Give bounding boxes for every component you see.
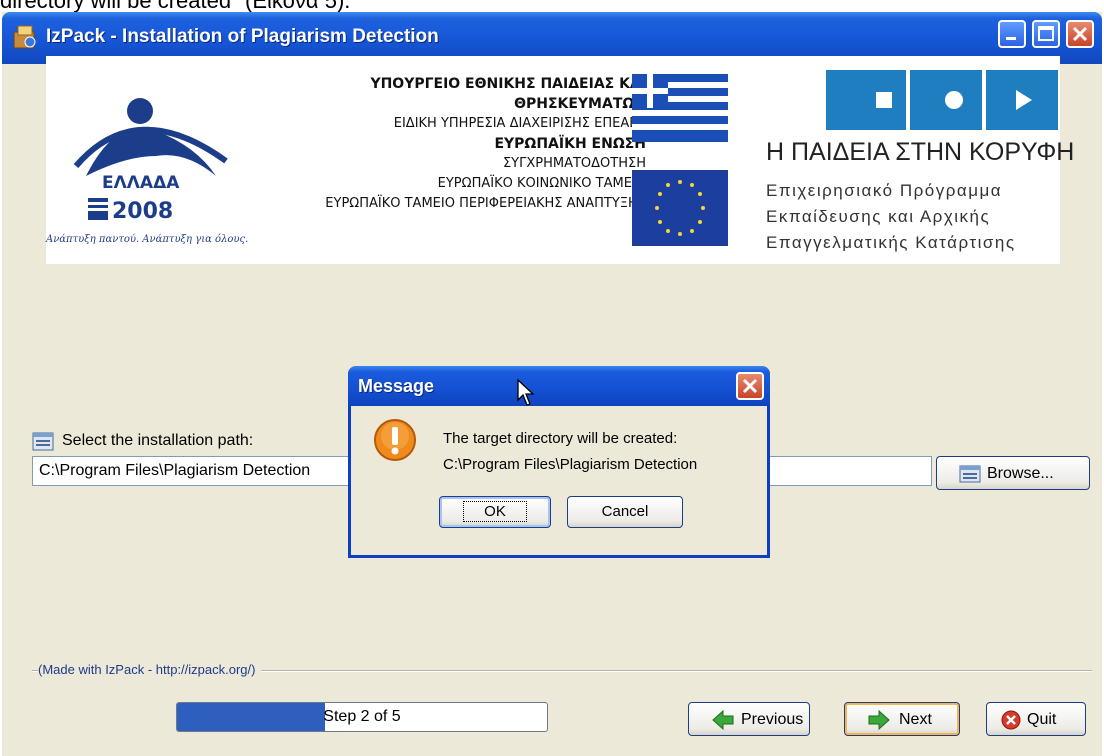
next-button[interactable]: Next <box>844 702 960 736</box>
document-caption: directory will be created" (Εικόνα 5). <box>0 0 351 13</box>
ministry-line: ΣΥΓΧΡΗΜΑΤΟΔΟΤΗΣΗ <box>502 156 646 171</box>
ministry-line: ΕΥΡΩΠΑΪΚΗ ΕΝΩΣΗ <box>494 136 646 152</box>
installer-app-icon <box>13 25 36 49</box>
window-title: IzPack - Installation of Plagiarism Dete… <box>46 26 439 47</box>
progress-text: Step 2 of 5 <box>323 708 401 725</box>
maximize-icon <box>1038 26 1054 41</box>
browse-button[interactable]: Browse... <box>936 456 1090 490</box>
arrow-left-icon <box>712 709 734 731</box>
folder-icon <box>959 465 981 483</box>
quit-button[interactable]: Quit <box>986 702 1086 736</box>
greece-logo-text: ΕΛΛΑΔΑ <box>102 173 180 193</box>
paideia-sub-line: Επιχειρησιακό Πρόγραμμα <box>766 181 1003 200</box>
ministry-line: ΕΥΡΩΠΑΪΚΟ ΚΟΙΝΩΝΙΚΟ ΤΑΜΕΙΟ <box>437 176 646 191</box>
greece-2008-logo: ΕΛΛΑΔΑ 2008 <box>73 98 228 224</box>
slogan: Ανάπτυξη παντού. Ανάπτυξη για όλους. <box>46 234 249 245</box>
path-label: Select the installation path: <box>62 432 254 449</box>
browse-label: Browse... <box>987 465 1054 482</box>
paideia-title: Η ΠΑΙΔΕΙΑ ΣΤΗΝ ΚΟΡΥΦΗ <box>766 138 1075 166</box>
previous-button[interactable]: Previous <box>688 702 810 736</box>
quit-label: Quit <box>1027 711 1057 728</box>
warning-icon <box>374 419 416 461</box>
close-icon <box>742 378 758 394</box>
minimize-icon <box>1006 37 1016 40</box>
dialog-close-button[interactable] <box>736 372 764 400</box>
cancel-button[interactable]: Cancel <box>567 496 683 528</box>
paideia-sub-line: Επαγγελματικής Κατάρτισης <box>766 233 1016 252</box>
close-button[interactable] <box>1066 20 1094 48</box>
ministry-line: ΕΙΔΙΚΗ ΥΠΗΡΕΣΙΑ ΔΙΑΧΕΙΡΙΣΗΣ ΕΠΕΑΕΚ <box>393 116 646 131</box>
maximize-button[interactable] <box>1032 20 1060 48</box>
ok-label: OK <box>463 501 527 522</box>
ministry-line: ΥΠΟΥΡΓΕΙΟ ΕΘΝΙΚΗΣ ΠΑΙΔΕΙΑΣ ΚΑΙ ΘΡΗΣΚΕΥΜΑ… <box>370 76 646 112</box>
minimize-button[interactable] <box>998 20 1026 48</box>
greece-logo-year: 2008 <box>112 199 173 224</box>
previous-label: Previous <box>741 711 804 728</box>
next-label: Next <box>899 711 932 728</box>
ministry-line: ΕΥΡΩΠΑΪΚΟ ΤΑΜΕΙΟ ΠΕΡΙΦΕΡΕΙΑΚΗΣ ΑΝΑΠΤΥΞΗΣ <box>325 196 646 211</box>
paideia-subtitle: Επιχειρησιακό Πρόγραμμα Εκπαίδευσης και … <box>766 178 1066 256</box>
greek-and-eu-flags <box>632 74 728 246</box>
step-progress-bar: Step 2 of 5 <box>176 702 548 732</box>
dialog-message-path: C:\Program Files\Plagiarism Detection <box>443 456 698 473</box>
paideia-logo <box>826 70 1058 130</box>
close-icon <box>1072 26 1088 42</box>
ok-button[interactable]: OK <box>439 496 551 528</box>
mouse-cursor-icon <box>517 378 535 406</box>
quit-icon <box>1001 710 1021 730</box>
paideia-sub-line: Εκπαίδευσης και Αρχικής <box>766 207 991 226</box>
folder-icon <box>32 432 54 451</box>
arrow-right-icon <box>868 709 890 731</box>
message-dialog: Message The target directory will be cre… <box>348 366 770 558</box>
dialog-title: Message <box>358 376 435 396</box>
dialog-title-bar[interactable]: Message <box>348 366 770 406</box>
dialog-message-line1: The target directory will be created: <box>443 430 678 447</box>
ministry-text: ΥΠΟΥΡΓΕΙΟ ΕΘΝΙΚΗΣ ΠΑΙΔΕΙΑΣ ΚΑΙ ΘΡΗΣΚΕΥΜΑ… <box>266 74 646 214</box>
made-with-izpack: (Made with IzPack - http://izpack.org/) <box>38 662 262 677</box>
sponsor-banner: ΕΛΛΑΔΑ 2008 Ανάπτυξη παντού. Ανάπτυξη γι… <box>46 56 1074 264</box>
